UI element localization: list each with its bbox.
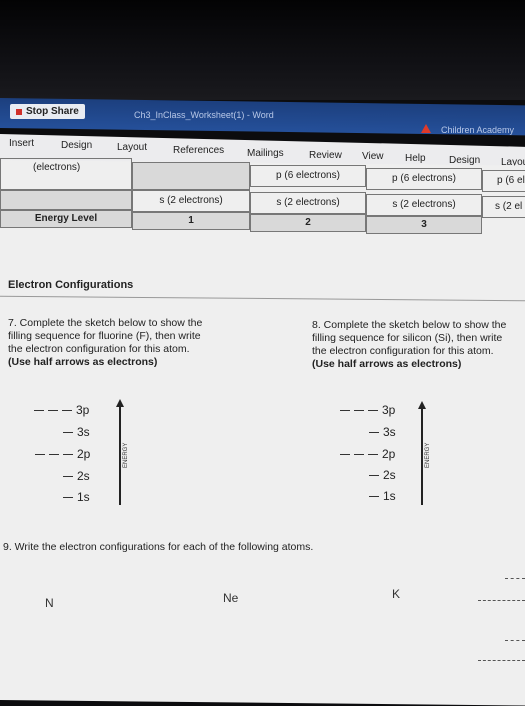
tab-mailings[interactable]: Mailings [247,148,284,159]
orbital-2p: 2p [340,447,395,461]
table-cell-s1: s (2 electrons) [132,190,250,212]
table-cell-p2: p (6 electrons) [250,165,366,187]
atom-k: K [392,587,401,601]
tab-help[interactable]: Help [405,153,426,164]
orbital-3s: 3s [63,425,90,439]
tab-insert[interactable]: Insert [9,138,34,149]
atom-ne: Ne [223,591,239,605]
answer-line [505,640,525,641]
document-title: Ch3_InClass_Worksheet(1) - Word [134,110,274,120]
tab-design[interactable]: Design [61,140,92,151]
energy-axis-label: ENERGY [123,442,129,468]
table-cell-p4: p (6 el [482,170,525,192]
screen-bezel [0,0,525,100]
energy-axis-label: ENERGY [425,442,431,468]
tab-view[interactable]: View [362,151,384,162]
q8-line-3: the electron configuration for this atom… [312,345,494,357]
energy-axis [421,407,423,505]
table-cell-electrons: (electrons) [0,158,132,190]
answer-line [505,578,525,579]
table-cell-s4: s (2 el [482,196,525,218]
table-cell-empty-2 [0,190,132,210]
warning-icon [421,124,431,133]
orbital-3p: 3p [340,403,395,417]
tab-review[interactable]: Review [309,150,342,161]
section-title: Electron Configurations [8,279,134,291]
q8-instruction: (Use half arrows as electrons) [312,358,462,370]
stop-icon [16,108,22,115]
table-cell-energy-level: Energy Level [0,210,132,228]
table-cell-s2: s (2 electrons) [250,192,366,214]
q7-line-2: filling sequence for fluorine (F), then … [8,330,201,342]
table-cell-level-3: 3 [366,216,482,234]
orbital-3p: 3p [34,403,89,417]
table-cell-empty [132,162,250,190]
q7-line-3: the electron configuration for this atom… [8,343,190,355]
question-9: 9. Write the electron configurations for… [3,541,314,553]
stop-share-button[interactable]: Stop Share [10,104,85,119]
tab-references[interactable]: References [173,145,224,156]
table-cell-p3: p (6 electrons) [366,168,482,190]
table-cell-level-2: 2 [250,214,366,232]
orbital-2p: 2p [35,447,90,461]
table-cell-s3: s (2 electrons) [366,194,482,216]
q8-line-1: 8. Complete the sketch below to show the [312,319,507,331]
q7-instruction: (Use half arrows as electrons) [8,356,158,368]
q8-line-2: filling sequence for silicon (Si), then … [312,332,503,344]
energy-axis [119,405,121,505]
table-cell-level-1: 1 [132,212,250,230]
question-7: 7. Complete the sketch below to show the… [8,317,202,369]
answer-line [478,600,525,601]
answer-line [478,660,525,661]
tab-layout[interactable]: Layout [117,142,147,153]
account-name[interactable]: Children Academy [441,125,514,135]
orbital-1s: 1s [63,490,90,504]
question-8: 8. Complete the sketch below to show the… [312,319,506,371]
atom-n: N [45,596,54,610]
orbital-1s: 1s [369,489,396,503]
q7-line-1: 7. Complete the sketch below to show the [8,317,203,329]
orbital-2s: 2s [63,469,90,483]
orbital-2s: 2s [369,468,396,482]
stop-share-label: Stop Share [26,106,79,117]
orbital-3s: 3s [369,425,396,439]
